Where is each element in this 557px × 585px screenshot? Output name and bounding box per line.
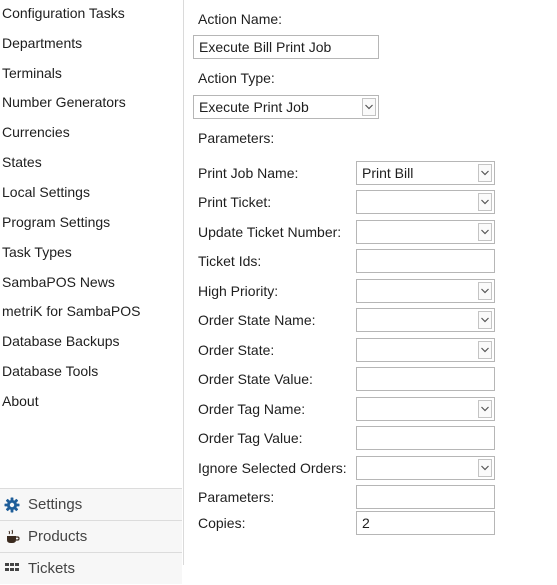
order-tag-value-input[interactable] xyxy=(356,426,495,450)
order-state-value-input[interactable] xyxy=(356,367,495,391)
chevron-down-icon[interactable] xyxy=(478,193,492,211)
nav-settings-label: Settings xyxy=(28,496,83,513)
sidebar: Configuration Tasks Departments Terminal… xyxy=(0,0,182,584)
sidebar-item-currencies[interactable]: Currencies xyxy=(0,118,182,146)
parameters-input[interactable] xyxy=(356,485,495,509)
ticket-ids-input[interactable] xyxy=(356,249,495,273)
sidebar-item-about[interactable]: About xyxy=(0,387,182,415)
param-label: Order State: xyxy=(198,342,275,358)
param-label: Order State Value: xyxy=(198,371,313,387)
chevron-down-icon[interactable] xyxy=(478,400,492,418)
copies-input[interactable]: 2 xyxy=(356,511,495,535)
sidebar-item-task-types[interactable]: Task Types xyxy=(0,238,182,266)
param-label: Order Tag Name: xyxy=(198,401,306,417)
action-type-label: Action Type: xyxy=(198,70,275,86)
parameters-header: Parameters: xyxy=(198,130,275,146)
nav-tickets-label: Tickets xyxy=(28,560,75,577)
sidebar-item-database-tools[interactable]: Database Tools xyxy=(0,357,182,385)
param-label: Update Ticket Number: xyxy=(198,224,342,240)
param-label: Print Ticket: xyxy=(198,194,272,210)
chevron-down-icon[interactable] xyxy=(478,459,492,477)
param-label: Copies: xyxy=(198,515,246,531)
sidebar-item-states[interactable]: States xyxy=(0,148,182,176)
action-name-input[interactable]: Execute Bill Print Job xyxy=(193,35,379,59)
param-label: Print Job Name: xyxy=(198,165,299,181)
print-ticket-select[interactable] xyxy=(356,190,495,214)
param-label: Order Tag Value: xyxy=(198,430,303,446)
grid-icon xyxy=(4,561,22,577)
print-job-name-select[interactable]: Print Bill xyxy=(356,161,495,185)
sidebar-item-sambapos-news[interactable]: SambaPOS News xyxy=(0,268,182,296)
sidebar-item-configuration-tasks[interactable]: Configuration Tasks xyxy=(0,0,182,27)
chevron-down-icon[interactable] xyxy=(362,98,376,116)
param-value: 2 xyxy=(362,515,370,531)
action-type-select[interactable]: Execute Print Job xyxy=(193,95,379,119)
coffee-cup-icon xyxy=(4,529,22,545)
param-value: Print Bill xyxy=(362,165,414,181)
sidebar-item-local-settings[interactable]: Local Settings xyxy=(0,178,182,206)
param-label: High Priority: xyxy=(198,283,279,299)
action-name-value: Execute Bill Print Job xyxy=(199,39,332,55)
order-tag-name-select[interactable] xyxy=(356,397,495,421)
chevron-down-icon[interactable] xyxy=(478,223,492,241)
chevron-down-icon[interactable] xyxy=(478,311,492,329)
nav-products[interactable]: Products xyxy=(0,520,182,552)
high-priority-select[interactable] xyxy=(356,279,495,303)
sidebar-item-program-settings[interactable]: Program Settings xyxy=(0,208,182,236)
param-label: Ticket Ids: xyxy=(198,253,262,269)
param-label: Ignore Selected Orders: xyxy=(198,460,347,476)
param-label: Order State Name: xyxy=(198,312,316,328)
sidebar-item-number-generators[interactable]: Number Generators xyxy=(0,88,182,116)
order-state-select[interactable] xyxy=(356,338,495,362)
ignore-selected-orders-select[interactable] xyxy=(356,456,495,480)
action-editor: Action Name: Execute Bill Print Job Acti… xyxy=(184,0,557,565)
chevron-down-icon[interactable] xyxy=(478,341,492,359)
nav-tickets[interactable]: Tickets xyxy=(0,552,182,584)
chevron-down-icon[interactable] xyxy=(478,282,492,300)
nav-settings[interactable]: Settings xyxy=(0,488,182,520)
chevron-down-icon[interactable] xyxy=(478,164,492,182)
order-state-name-select[interactable] xyxy=(356,308,495,332)
action-type-value: Execute Print Job xyxy=(199,99,309,115)
nav-products-label: Products xyxy=(28,528,88,545)
sidebar-item-departments[interactable]: Departments xyxy=(0,29,182,57)
sidebar-item-terminals[interactable]: Terminals xyxy=(0,59,182,87)
sidebar-item-database-backups[interactable]: Database Backups xyxy=(0,327,182,355)
sidebar-item-metrik[interactable]: metriK for SambaPOS xyxy=(0,297,182,325)
action-name-label: Action Name: xyxy=(198,11,283,27)
update-ticket-number-select[interactable] xyxy=(356,220,495,244)
param-label: Parameters: xyxy=(198,489,275,505)
gear-icon xyxy=(4,497,22,513)
